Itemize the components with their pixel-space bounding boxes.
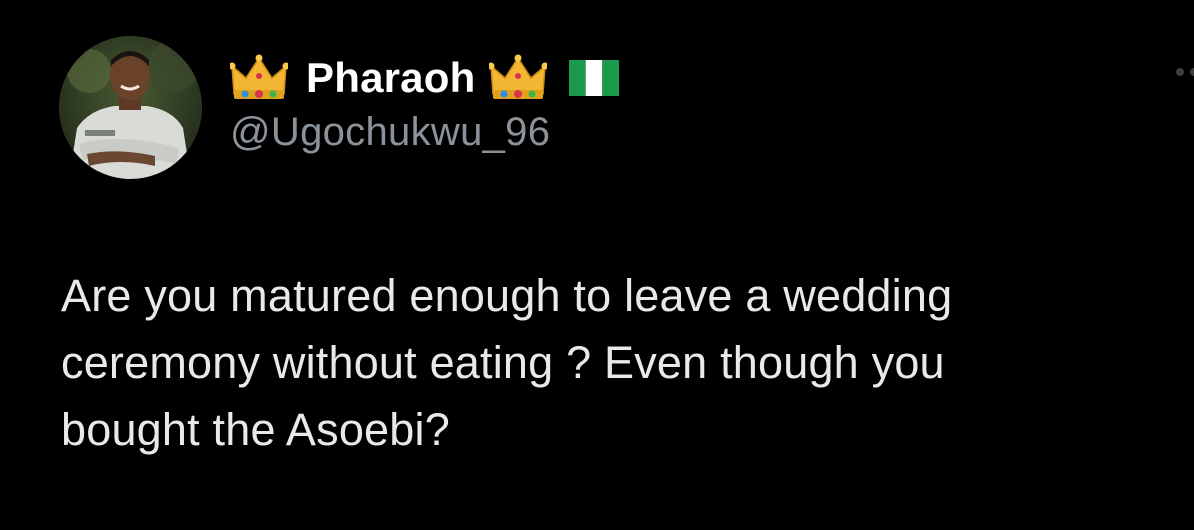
more-dot	[1190, 68, 1194, 76]
display-name[interactable]: Pharaoh	[306, 54, 475, 102]
name-row: Pharaoh	[228, 52, 620, 104]
tweet-text: Are you matured enough to leave a weddin…	[61, 270, 953, 455]
more-dot	[1176, 68, 1184, 76]
tweet-header: Pharaoh @Ugochukwu_96	[228, 52, 620, 155]
tweet-card[interactable]: Pharaoh @Ugochukwu_96 Are you matured en…	[0, 0, 1194, 530]
nigeria-flag-icon	[569, 60, 620, 96]
crown-icon	[228, 54, 290, 102]
crown-icon	[487, 54, 549, 102]
avatar[interactable]	[59, 36, 202, 179]
user-handle[interactable]: @Ugochukwu_96	[230, 110, 619, 155]
more-options-icon[interactable]	[1176, 68, 1194, 76]
